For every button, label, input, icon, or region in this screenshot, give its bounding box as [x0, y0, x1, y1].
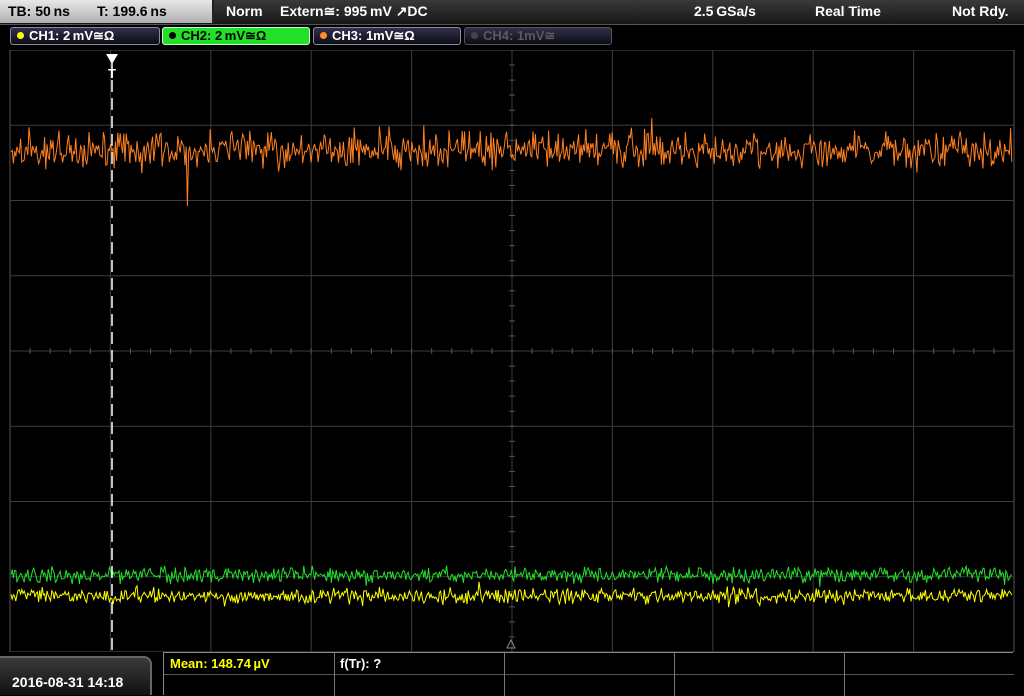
timebase-label: TB: 50 ns [8, 3, 70, 19]
measurement-panel[interactable]: Mean: 148.74 µV f(Tr): ? [163, 652, 1014, 696]
timebase-box[interactable]: TB: 50 ns T: 199.6 ns [0, 0, 214, 23]
measurement-divider [164, 674, 1014, 675]
measurement-divider [334, 653, 335, 696]
ch2-dot-icon [169, 32, 176, 39]
ch1-dot-icon [17, 32, 24, 39]
waveform-canvas: T [9, 50, 1015, 652]
tab-ch2[interactable]: CH2: 2 mV≅Ω [162, 27, 310, 45]
ch4-dot-icon [471, 32, 478, 39]
measurement-divider [504, 653, 505, 696]
measurement-divider [674, 653, 675, 696]
sample-rate-label: 2.5 GSa/s [694, 3, 756, 19]
trigger-source-label[interactable]: Extern≅: 995 mV ↗DC [280, 3, 428, 20]
ch4-label: CH4: 1mV≅ [483, 28, 556, 43]
acquisition-mode-label: Real Time [815, 3, 881, 19]
trigger-marker-label: T [108, 66, 116, 81]
datetime-label: 2016-08-31 14:18 [12, 674, 124, 690]
bottom-bar: 2016-08-31 14:18 Mean: 148.74 µV f(Tr): … [0, 652, 1024, 696]
tab-ch1[interactable]: CH1: 2 mV≅Ω [10, 27, 160, 45]
center-marker-icon [506, 638, 516, 649]
channel-bar: CH1: 2 mV≅Ω CH2: 2 mV≅Ω CH3: 1mV≅Ω CH4: … [0, 25, 1024, 49]
tab-ch3[interactable]: CH3: 1mV≅Ω [313, 27, 461, 45]
ch2-label: CH2: 2 mV≅Ω [181, 28, 267, 43]
ch3-dot-icon [320, 32, 327, 39]
measurement-frequency[interactable]: f(Tr): ? [340, 656, 381, 671]
ch1-trace [10, 581, 1013, 608]
ch1-label: CH1: 2 mV≅Ω [29, 28, 115, 43]
trigger-mode-label[interactable]: Norm [226, 3, 263, 19]
traces [10, 117, 1013, 608]
ch3-label: CH3: 1mV≅Ω [332, 28, 415, 43]
ch3-trace [10, 117, 1013, 207]
tab-ch4[interactable]: CH4: 1mV≅ [464, 27, 612, 45]
ch2-trace [10, 564, 1013, 587]
measurement-mean[interactable]: Mean: 148.74 µV [170, 656, 270, 671]
grid [9, 50, 1014, 652]
trigger-arrow-icon[interactable] [106, 54, 118, 64]
status-label: Not Rdy. [952, 3, 1009, 19]
measurement-divider [844, 653, 845, 696]
status-bar: TB: 50 ns T: 199.6 ns Norm Extern≅: 995 … [0, 0, 1024, 25]
waveform-display[interactable]: T [0, 50, 1024, 652]
trigger-time-label: T: 199.6 ns [97, 3, 167, 19]
datetime-box: 2016-08-31 14:18 [0, 656, 152, 695]
